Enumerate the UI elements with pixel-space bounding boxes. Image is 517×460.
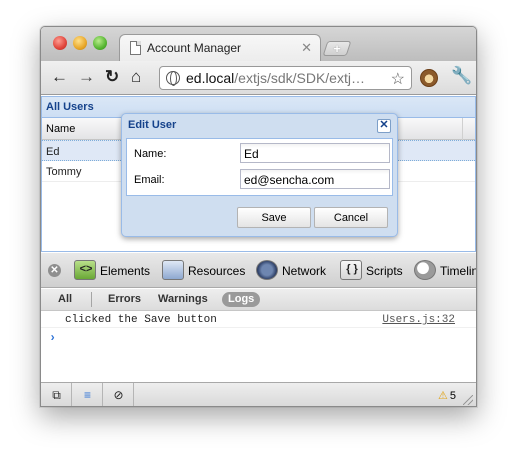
cell-name: Ed	[46, 146, 60, 158]
email-label: Email:	[134, 174, 165, 186]
cancel-button[interactable]: Cancel	[314, 207, 388, 228]
warning-count: 5	[449, 390, 456, 402]
url-text: ed.local/extjs/sdk/SDK/extj…	[186, 70, 365, 86]
email-field[interactable]: ed@sencha.com	[240, 169, 390, 189]
page-icon	[130, 41, 141, 55]
forward-arrow-icon[interactable]: →	[78, 67, 95, 87]
timeline-icon	[414, 260, 436, 280]
window-minimize-button[interactable]	[73, 36, 87, 50]
window-zoom-button[interactable]	[93, 36, 107, 50]
browser-tab[interactable]: Account Manager ✕	[119, 34, 321, 62]
scripts-icon: { }	[340, 260, 362, 280]
elements-icon: <>	[74, 260, 96, 280]
devtools-status-bar: ⧉ ≡ ⊘ ⚠ 5	[41, 382, 476, 406]
console-toggle-button[interactable]: ≡	[72, 383, 103, 406]
extension-monkey-icon[interactable]	[420, 69, 438, 87]
dock-icon: ⧉	[52, 388, 61, 402]
console-icon: ≡	[83, 388, 91, 402]
devtools-tab-label: Network	[282, 264, 327, 278]
clear-console-button[interactable]: ⊘	[103, 383, 134, 406]
column-header-name[interactable]: Name	[42, 118, 122, 140]
resources-icon	[162, 260, 184, 280]
filter-logs[interactable]: Logs	[222, 292, 261, 307]
log-message: clicked the Save button	[65, 314, 217, 326]
log-source-link[interactable]: Users.js:32	[382, 314, 455, 326]
dialog-title: Edit User	[128, 119, 177, 131]
url-host: ed.local	[186, 70, 235, 86]
dock-toggle-button[interactable]: ⧉	[41, 383, 72, 406]
globe-icon	[166, 71, 180, 86]
devtools-toolbar: ✕ <> Elements Resources Network { } Scri…	[41, 253, 476, 288]
name-field[interactable]: Ed	[240, 143, 390, 163]
home-icon[interactable]: ⌂	[131, 67, 141, 87]
window-close-button[interactable]	[53, 36, 67, 50]
devtools-tab-label: Elements	[100, 264, 151, 278]
console-output: clicked the Save button Users.js:32 ›	[41, 312, 476, 382]
page-viewport: All Users Name Ed Tommy Edit User ✕ Name…	[41, 96, 476, 252]
cell-name: Tommy	[46, 166, 82, 178]
dialog-close-button[interactable]: ✕	[377, 119, 391, 133]
back-arrow-icon[interactable]: ←	[51, 67, 68, 87]
wrench-icon[interactable]: 🔧	[451, 66, 472, 86]
filter-errors[interactable]: Errors	[108, 293, 141, 305]
name-label: Name:	[134, 148, 167, 160]
warning-icon: ⚠	[438, 390, 448, 402]
edit-user-dialog: Edit User ✕ Name: Ed Email: ed@sencha.co…	[121, 113, 398, 237]
devtools-tab-label: Scripts	[366, 264, 403, 278]
bookmark-star-icon[interactable]: ☆	[391, 69, 405, 89]
url-path: /extjs/sdk/SDK/extj…	[234, 70, 365, 86]
warning-counter[interactable]: ⚠ 5	[438, 389, 456, 402]
new-tab-button[interactable]: +	[322, 41, 352, 56]
console-prompt[interactable]: ›	[49, 331, 56, 345]
devtools-close-icon[interactable]: ✕	[48, 264, 61, 277]
log-line: clicked the Save button Users.js:32	[41, 312, 476, 328]
column-header-filler	[462, 118, 476, 140]
address-bar[interactable]: ed.local/extjs/sdk/SDK/extj… ☆	[159, 66, 412, 90]
tab-title: Account Manager	[147, 41, 242, 55]
browser-toolbar: ← → ↻ ⌂ ed.local/extjs/sdk/SDK/extj… ☆ 🔧	[41, 61, 476, 95]
clear-icon: ⊘	[113, 388, 124, 402]
devtools-tab-label: Timeline	[440, 264, 476, 278]
dialog-form: Name: Ed Email: ed@sencha.com	[126, 138, 393, 196]
filter-divider	[91, 292, 92, 307]
resize-grip-icon[interactable]	[463, 395, 473, 405]
console-filter-bar: All Errors Warnings Logs	[41, 289, 476, 311]
network-icon	[256, 260, 278, 280]
save-button[interactable]: Save	[237, 207, 311, 228]
devtools-tab-label: Resources	[188, 264, 246, 278]
reload-icon[interactable]: ↻	[105, 67, 119, 87]
browser-window: Account Manager ✕ + ← → ↻ ⌂ ed.local/ext…	[40, 26, 477, 407]
plus-icon: +	[333, 41, 341, 56]
filter-warnings[interactable]: Warnings	[158, 293, 208, 305]
tab-bar: Account Manager ✕ +	[41, 27, 476, 62]
filter-all[interactable]: All	[58, 293, 72, 305]
tab-close-icon[interactable]: ✕	[301, 40, 312, 56]
